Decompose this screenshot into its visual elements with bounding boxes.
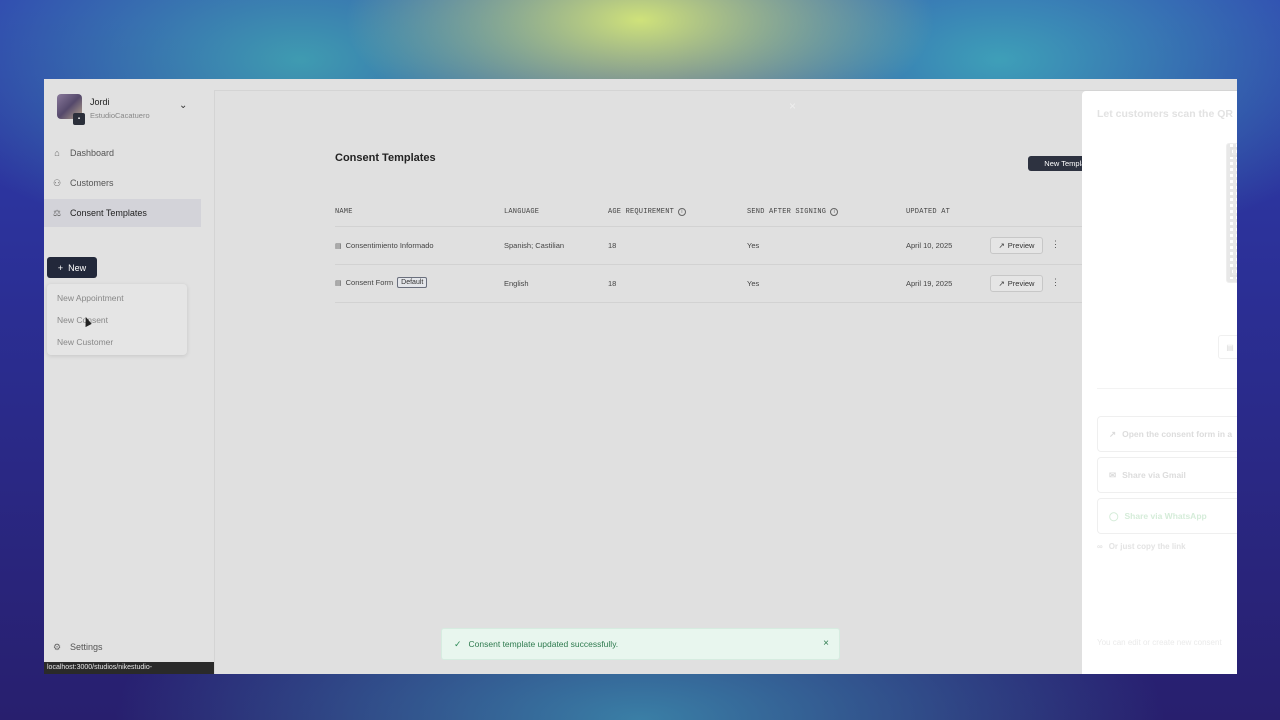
app-window: ▪ Jordi EstudioCacatuero ⌄ ⌂ Dashboard ⚇…	[44, 79, 1237, 674]
language-cell: English	[504, 279, 529, 288]
column-header-updated-at: UPDATED AT	[906, 208, 951, 216]
studio-name: EstudioCacatuero	[90, 111, 150, 120]
status-bar-url: localhost:3000/studios/nikestudio-be863/…	[44, 662, 214, 674]
home-icon: ⌂	[54, 148, 60, 158]
age-cell: 18	[608, 241, 617, 250]
updated-at-cell: April 19, 2025	[906, 279, 953, 288]
sidebar-item-label: Consent Templates	[70, 208, 147, 218]
copy-link-label: Or just copy the link	[1108, 542, 1186, 551]
arrow-up-right-icon: ↗	[1109, 428, 1117, 439]
templates-table: NAME LANGUAGE AGE REQUIREMENT i SEND AFT…	[335, 199, 1109, 303]
check-icon: ✓	[454, 638, 462, 649]
new-button-label: New	[68, 262, 87, 273]
user-name: Jordi	[90, 97, 110, 107]
column-header-name: NAME	[335, 208, 353, 216]
language-cell: Spanish; Castilian	[504, 241, 565, 250]
template-name-cell: ▤ Consentimiento Informado	[335, 241, 434, 250]
template-name: Consentimiento Informado	[345, 241, 434, 250]
send-after-signing-cell: Yes	[747, 241, 760, 250]
new-button[interactable]: + New	[47, 257, 97, 278]
user-switcher[interactable]: ▪ Jordi EstudioCacatuero ⌄	[57, 94, 187, 125]
column-header-send-after-signing: SEND AFTER SIGNING i	[747, 208, 839, 216]
close-icon[interactable]: ×	[823, 638, 829, 649]
menu-item-new-customer[interactable]: New Customer	[47, 331, 187, 353]
divider	[1097, 388, 1237, 389]
menu-item-new-consent[interactable]: New Consent	[47, 309, 187, 331]
preview-label: Preview	[1007, 241, 1035, 250]
preview-button[interactable]: ↗ Preview	[990, 275, 1043, 292]
plus-icon: +	[57, 262, 64, 273]
sidebar-item-label: Settings	[70, 642, 103, 652]
more-options-icon[interactable]: ⋮	[1051, 239, 1060, 250]
share-whatsapp-label: Share via WhatsApp	[1124, 511, 1207, 521]
mail-icon: ✉	[1109, 469, 1117, 480]
sidebar-item-consent-templates[interactable]: ⚖ Consent Templates	[44, 199, 201, 227]
table-row[interactable]: ▤ Consentimiento Informado Spanish; Cast…	[335, 227, 1109, 265]
qr-finder-pattern	[1230, 267, 1237, 277]
info-icon[interactable]: i	[830, 208, 839, 216]
users-plus-icon: ⚇	[52, 177, 62, 188]
panel-title: Let customers scan the QR	[1097, 108, 1233, 120]
updated-at-cell: April 10, 2025	[906, 241, 953, 250]
sidebar: ▪ Jordi EstudioCacatuero ⌄ ⌂ Dashboard ⚇…	[44, 79, 214, 674]
chevron-down-icon[interactable]: ⌄	[179, 100, 187, 111]
template-name-cell: ▤ Consent Form Default	[335, 277, 428, 288]
share-panel: Let customers scan the QR ▤ ↗ Open the c…	[1082, 91, 1237, 674]
qr-code	[1226, 143, 1237, 283]
sidebar-nav: ⌂ Dashboard ⚇ Customers ⚖ Consent Templa…	[44, 139, 214, 229]
copy-link-button[interactable]: ∞ Or just copy the link	[1097, 542, 1186, 551]
arrow-up-right-icon: ↗	[998, 241, 1005, 250]
open-consent-form-button[interactable]: ↗ Open the consent form in a	[1097, 416, 1237, 452]
close-icon[interactable]: ×	[789, 99, 796, 113]
document-icon: ▤	[335, 279, 342, 287]
age-cell: 18	[608, 279, 617, 288]
gear-icon: ⚙	[52, 641, 62, 652]
studio-badge-icon: ▪	[73, 113, 85, 125]
arrow-up-right-icon: ↗	[998, 279, 1005, 288]
open-consent-label: Open the consent form in a	[1122, 429, 1233, 439]
table-row[interactable]: ▤ Consent Form Default English 18 Yes Ap…	[335, 265, 1109, 303]
toast-message: Consent template updated successfully.	[468, 639, 619, 649]
template-name: Consent Form	[345, 278, 394, 287]
share-whatsapp-button[interactable]: ◯ Share via WhatsApp	[1097, 498, 1237, 534]
panel-footnote: You can edit or create new consent	[1097, 638, 1222, 647]
sidebar-item-settings[interactable]: ⚙ Settings	[52, 641, 103, 653]
document-icon: ▤	[1218, 335, 1237, 359]
sidebar-item-customers[interactable]: ⚇ Customers	[44, 169, 214, 197]
sidebar-item-dashboard[interactable]: ⌂ Dashboard	[44, 139, 214, 167]
link-icon: ∞	[1097, 542, 1103, 551]
info-icon[interactable]: i	[678, 208, 687, 216]
table-header: NAME LANGUAGE AGE REQUIREMENT i SEND AFT…	[335, 199, 1109, 227]
page-title: Consent Templates	[335, 152, 436, 164]
template-icon: ⚖	[52, 207, 62, 218]
default-badge: Default	[397, 277, 428, 288]
menu-item-new-appointment[interactable]: New Appointment	[47, 287, 187, 309]
more-options-icon[interactable]: ⋮	[1051, 277, 1060, 288]
share-gmail-button[interactable]: ✉ Share via Gmail	[1097, 457, 1237, 493]
send-after-signing-cell: Yes	[747, 279, 760, 288]
qr-finder-pattern	[1230, 147, 1237, 157]
document-icon: ▤	[335, 242, 342, 250]
whatsapp-icon: ◯	[1109, 510, 1119, 521]
sidebar-item-label: Dashboard	[70, 148, 115, 158]
success-toast: ✓ Consent template updated successfully.…	[441, 628, 840, 660]
preview-label: Preview	[1007, 279, 1035, 288]
preview-button[interactable]: ↗ Preview	[990, 237, 1043, 254]
new-dropdown-menu: New Appointment New Consent New Customer	[47, 284, 187, 355]
sidebar-item-label: Customers	[70, 178, 114, 188]
column-header-language: LANGUAGE	[504, 208, 540, 216]
column-header-age-requirement: AGE REQUIREMENT i	[608, 208, 687, 216]
share-gmail-label: Share via Gmail	[1122, 470, 1186, 480]
